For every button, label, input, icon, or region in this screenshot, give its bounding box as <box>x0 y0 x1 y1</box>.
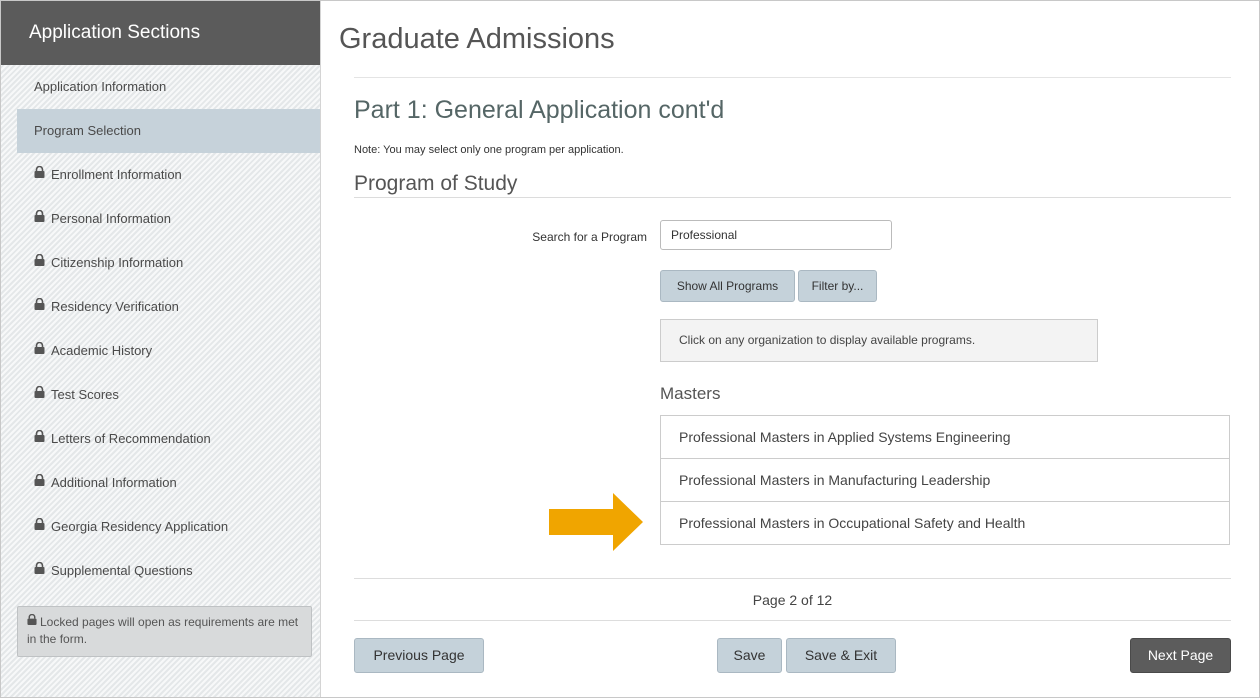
lock-icon <box>34 328 45 372</box>
save-and-exit-button[interactable]: Save & Exit <box>786 638 896 673</box>
previous-page-button[interactable]: Previous Page <box>354 638 484 673</box>
section-title: Program of Study <box>354 172 518 195</box>
program-item-applied-systems-engineering[interactable]: Professional Masters in Applied Systems … <box>661 416 1229 459</box>
sidebar-item-georgia-residency-application[interactable]: Georgia Residency Application <box>1 505 320 549</box>
lock-icon <box>34 548 45 592</box>
sidebar-item-personal-information[interactable]: Personal Information <box>1 197 320 241</box>
sidebar-item-application-information[interactable]: Application Information <box>1 65 320 109</box>
sidebar: Application Sections Application Informa… <box>1 1 321 697</box>
application-window: Application Sections Application Informa… <box>0 0 1260 698</box>
save-button[interactable]: Save <box>717 638 782 673</box>
lock-icon <box>34 416 45 460</box>
sidebar-item-label: Academic History <box>51 343 153 358</box>
main-content: Graduate Admissions Part 1: General Appl… <box>321 1 1259 697</box>
sidebar-item-label: Personal Information <box>51 211 171 226</box>
sidebar-header: Application Sections <box>1 1 320 65</box>
sidebar-item-additional-information[interactable]: Additional Information <box>1 461 320 505</box>
sidebar-item-label: Enrollment Information <box>51 167 182 182</box>
sidebar-item-label: Program Selection <box>34 123 141 138</box>
info-message: Click on any organization to display ava… <box>660 319 1098 362</box>
sidebar-item-label: Residency Verification <box>51 299 179 314</box>
show-all-programs-button[interactable]: Show All Programs <box>660 270 795 302</box>
sidebar-item-label: Citizenship Information <box>51 255 184 270</box>
sidebar-item-citizenship-information[interactable]: Citizenship Information <box>1 241 320 285</box>
page-indicator: Page 2 of 12 <box>752 592 833 608</box>
sidebar-item-label: Additional Information <box>51 475 177 490</box>
sidebar-item-letters-of-recommendation[interactable]: Letters of Recommendation <box>1 417 320 461</box>
sidebar-item-label: Test Scores <box>51 387 119 402</box>
page-title: Graduate Admissions <box>339 23 615 55</box>
lock-icon <box>34 196 45 240</box>
filter-by-button[interactable]: Filter by... <box>798 270 877 302</box>
arrow-right-icon <box>549 493 643 556</box>
pager-divider-top <box>354 578 1231 579</box>
sidebar-item-supplemental-questions[interactable]: Supplemental Questions <box>1 549 320 593</box>
sidebar-item-label: Georgia Residency Application <box>51 519 229 534</box>
lock-icon <box>34 240 45 284</box>
program-item-manufacturing-leadership[interactable]: Professional Masters in Manufacturing Le… <box>661 459 1229 502</box>
sidebar-item-label: Letters of Recommendation <box>51 431 211 446</box>
lock-icon <box>34 460 45 504</box>
sidebar-item-residency-verification[interactable]: Residency Verification <box>1 285 320 329</box>
locked-pages-note-text: Locked pages will open as requirements a… <box>27 615 299 647</box>
next-page-button[interactable]: Next Page <box>1130 638 1231 673</box>
lock-icon <box>34 504 45 548</box>
sidebar-item-label: Application Information <box>34 79 167 94</box>
search-label: Search for a Program <box>532 230 647 244</box>
sidebar-item-enrollment-information[interactable]: Enrollment Information <box>1 153 320 197</box>
selection-note: Note: You may select only one program pe… <box>354 144 624 156</box>
sidebar-item-label: Supplemental Questions <box>51 563 193 578</box>
lock-icon <box>34 152 45 196</box>
group-title-masters: Masters <box>660 384 721 403</box>
locked-pages-note: Locked pages will open as requirements a… <box>17 606 312 658</box>
section-divider <box>354 197 1231 198</box>
lock-icon <box>27 613 37 630</box>
pager-divider-bottom <box>354 620 1231 621</box>
search-input[interactable] <box>660 220 892 250</box>
sidebar-item-program-selection[interactable]: Program Selection <box>17 109 320 153</box>
sidebar-item-academic-history[interactable]: Academic History <box>1 329 320 373</box>
program-list: Professional Masters in Applied Systems … <box>660 415 1230 545</box>
lock-icon <box>34 284 45 328</box>
part-title: Part 1: General Application cont'd <box>354 96 725 124</box>
title-divider <box>354 77 1231 78</box>
sidebar-item-test-scores[interactable]: Test Scores <box>1 373 320 417</box>
lock-icon <box>34 372 45 416</box>
program-item-occupational-safety-health[interactable]: Professional Masters in Occupational Saf… <box>661 502 1229 544</box>
